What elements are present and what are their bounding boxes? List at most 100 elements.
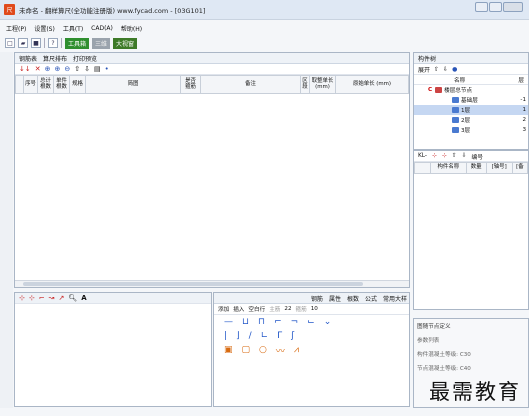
- tab-print-preview[interactable]: 打印预览: [73, 54, 97, 63]
- tab-rebar[interactable]: 钢筋: [311, 294, 323, 303]
- col-rounded-len[interactable]: 取整单长 (mm): [309, 75, 336, 94]
- zoom-in-icon[interactable]: ⊕: [54, 65, 60, 73]
- shape-slant[interactable]: /: [249, 331, 252, 341]
- code-field-label[interactable]: 编号: [471, 152, 483, 161]
- col-note[interactable]: 备注: [200, 75, 301, 94]
- text-icon[interactable]: A: [81, 294, 86, 302]
- shape-gamma[interactable]: Γ: [277, 331, 282, 341]
- separator: [44, 38, 45, 48]
- move-down-icon[interactable]: ↓↓: [19, 65, 31, 73]
- tree-item[interactable]: 2层 2: [414, 115, 528, 125]
- toolbox-button[interactable]: 工具箱: [65, 37, 90, 49]
- comp-col-qty[interactable]: 数量: [465, 162, 487, 174]
- down-icon[interactable]: ⇩: [84, 65, 90, 73]
- col-raw-len[interactable]: 原始单长 (mm): [335, 75, 409, 94]
- 3d-button[interactable]: 三维: [92, 37, 111, 49]
- shape-straight[interactable]: —: [224, 317, 233, 327]
- shape-zigzag[interactable]: ⩘: [294, 345, 299, 355]
- menu-tools[interactable]: 工具(T): [63, 24, 83, 33]
- col-spec[interactable]: 规格: [69, 75, 86, 94]
- shape-l[interactable]: ⌙: [307, 317, 315, 327]
- shape-circle[interactable]: ○: [259, 345, 267, 355]
- tree-root[interactable]: C 楼层总节点: [414, 85, 528, 95]
- calc-icon[interactable]: ▤: [94, 65, 101, 73]
- shape-hook-right[interactable]: ¬: [291, 317, 299, 327]
- delete-icon[interactable]: ✕: [35, 65, 41, 73]
- expand-button[interactable]: 展开: [418, 65, 430, 74]
- shape-box[interactable]: ▣: [224, 345, 233, 355]
- shape-vertical[interactable]: |: [224, 331, 227, 341]
- tab-attribute[interactable]: 属性: [329, 294, 341, 303]
- up-icon[interactable]: ⇧: [74, 65, 80, 73]
- menu-cad[interactable]: CAD(A): [91, 25, 113, 32]
- save-icon[interactable]: ■: [31, 38, 41, 48]
- tab-ruler-layout[interactable]: 算尺排布: [43, 54, 67, 63]
- tree-item-label: 1层: [461, 108, 471, 114]
- tab-common-shapes[interactable]: 常用大样: [383, 294, 407, 303]
- tab-rebar-table[interactable]: 钢筋表: [19, 54, 37, 63]
- shape-bent[interactable]: ⌄: [324, 317, 332, 327]
- tree-item[interactable]: 基础层 -1: [414, 95, 528, 105]
- add-button[interactable]: 添加: [218, 305, 229, 313]
- tree-help-icon[interactable]: ●: [452, 66, 457, 73]
- menu-settings[interactable]: 设置(S): [34, 24, 55, 33]
- tree-item-selected[interactable]: 1层 1: [414, 105, 528, 115]
- tab-count[interactable]: 根数: [347, 294, 359, 303]
- big-view-button[interactable]: 大视窗: [113, 37, 138, 49]
- shape-u-up[interactable]: ⊓: [258, 317, 265, 327]
- zoom-out-icon[interactable]: ⊖: [64, 65, 70, 73]
- blank-row-button[interactable]: 空白行: [248, 305, 265, 313]
- delete-component-icon[interactable]: ⊹: [442, 153, 447, 159]
- shape-wave[interactable]: 〰: [276, 344, 285, 357]
- close-button[interactable]: [503, 2, 523, 12]
- menu-project[interactable]: 工程(P): [6, 24, 26, 33]
- col-total[interactable]: 总计 根数: [37, 75, 54, 94]
- help-icon[interactable]: ?: [48, 38, 58, 48]
- search-icon[interactable]: 🔍︎: [68, 294, 77, 302]
- col-stirrup[interactable]: 是否 箍筋: [180, 75, 201, 94]
- comp-col-name[interactable]: 构件名称: [430, 162, 467, 174]
- param-list-label: 参数列表: [417, 338, 440, 344]
- hook-icon[interactable]: ↝: [49, 294, 55, 302]
- stirrup-size[interactable]: 10: [311, 306, 318, 312]
- minimize-button[interactable]: [475, 2, 488, 12]
- component-toolbar: KL- ⊹ ⊹ ⇧ ⇩ 编号: [414, 151, 528, 162]
- comp-up-icon[interactable]: ⇧: [452, 153, 457, 159]
- tree-up-icon[interactable]: ⇧: [434, 66, 439, 73]
- comp-col-axis[interactable]: [轴号]: [485, 162, 513, 174]
- open-folder-icon[interactable]: ▰: [18, 38, 28, 48]
- add-point-icon[interactable]: ⊹: [19, 294, 25, 302]
- comp-col-note[interactable]: [备: [511, 162, 529, 174]
- bend-icon[interactable]: ⌐: [39, 294, 45, 302]
- col-sketch[interactable]: 简图: [85, 75, 181, 94]
- watermark: 最需教育: [429, 380, 521, 404]
- table-toolbar: ↓↓ ✕ ⊕ ⊕ ⊖ ⇧ ⇩ ▤ •: [15, 64, 409, 75]
- menu-help[interactable]: 帮助(H): [121, 24, 142, 33]
- comp-down-icon[interactable]: ⇩: [462, 153, 467, 159]
- tab-formula[interactable]: 公式: [365, 294, 377, 303]
- add-segment-icon[interactable]: ⊹: [29, 294, 35, 302]
- add-component-icon[interactable]: ⊹: [432, 153, 437, 159]
- shape-u-down[interactable]: ⊔: [242, 317, 249, 327]
- scroll-thumb[interactable]: [23, 282, 363, 286]
- shape-corner[interactable]: ∟: [261, 331, 269, 341]
- shape-box2[interactable]: ▢: [242, 345, 251, 355]
- main-rebar-size[interactable]: 22: [284, 306, 291, 312]
- shape-hook-left[interactable]: ⌐: [274, 317, 282, 327]
- tree-down-icon[interactable]: ⇩: [443, 66, 448, 73]
- more-icon[interactable]: •: [105, 65, 109, 73]
- maximize-button[interactable]: [489, 2, 502, 12]
- new-file-icon[interactable]: □: [5, 38, 15, 48]
- concrete-grade-c40: 节点混凝土等级: C40: [417, 366, 471, 372]
- tree-item[interactable]: 3层 3: [414, 125, 528, 135]
- col-seq[interactable]: 序号: [23, 75, 38, 94]
- horizontal-scrollbar[interactable]: [15, 280, 409, 287]
- arc-icon[interactable]: ↗: [59, 294, 65, 302]
- col-section[interactable]: 区 段: [300, 75, 310, 94]
- shape-j[interactable]: ⌋: [236, 331, 240, 341]
- insert-button[interactable]: 插入: [233, 305, 244, 313]
- col-unit[interactable]: 单件 根数: [53, 75, 70, 94]
- zoom-icon[interactable]: ⊕: [45, 65, 51, 73]
- component-prefix: KL-: [418, 153, 428, 159]
- shape-s[interactable]: ʃ: [291, 331, 294, 341]
